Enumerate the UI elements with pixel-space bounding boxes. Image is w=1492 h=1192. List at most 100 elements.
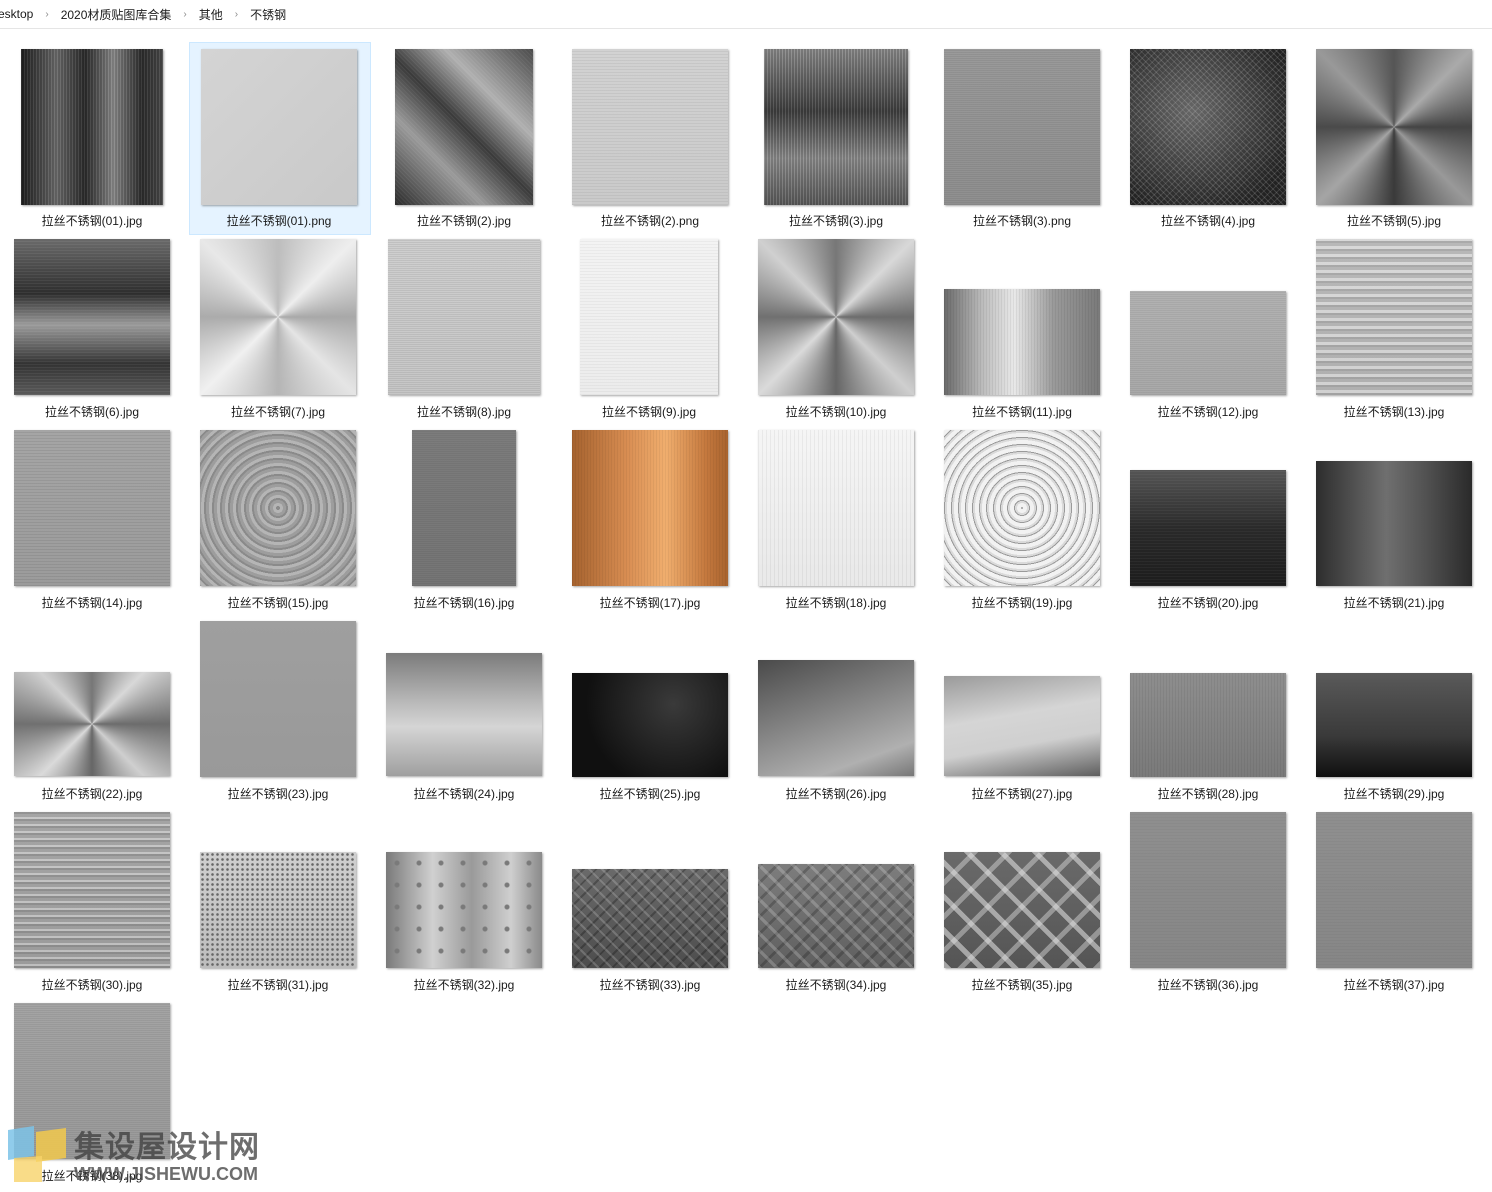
file-name: 拉丝不锈钢(27).jpg <box>971 787 1073 801</box>
file-item[interactable]: 拉丝不锈钢(6).jpg <box>0 234 186 425</box>
file-thumbnail <box>1130 49 1286 205</box>
file-item[interactable]: 拉丝不锈钢(2).jpg <box>372 43 558 234</box>
file-item[interactable]: 拉丝不锈钢(3).jpg <box>744 43 930 234</box>
file-name: 拉丝不锈钢(38).jpg <box>41 1169 143 1183</box>
breadcrumb-stainless[interactable]: 不锈钢 <box>246 6 290 23</box>
file-name: 拉丝不锈钢(31).jpg <box>227 978 329 992</box>
file-name: 拉丝不锈钢(14).jpg <box>41 596 143 610</box>
file-item[interactable]: 拉丝不锈钢(32).jpg <box>372 807 558 998</box>
file-item[interactable]: 拉丝不锈钢(22).jpg <box>0 616 186 807</box>
file-thumbnail <box>1316 812 1472 968</box>
file-item[interactable]: 拉丝不锈钢(31).jpg <box>186 807 372 998</box>
file-item[interactable]: 拉丝不锈钢(5).jpg <box>1302 43 1488 234</box>
file-thumbnail <box>1316 49 1472 205</box>
file-thumbnail <box>388 239 540 395</box>
breadcrumb-desktop[interactable]: esktop <box>0 7 37 21</box>
breadcrumb-other[interactable]: 其他 <box>195 6 227 23</box>
file-name: 拉丝不锈钢(2).jpg <box>416 214 511 228</box>
file-name: 拉丝不锈钢(19).jpg <box>971 596 1073 610</box>
file-grid: 拉丝不锈钢(01).jpg 拉丝不锈钢(01).png 拉丝不锈钢(2).jpg 拉丝… <box>0 28 1492 1192</box>
file-item[interactable]: 拉丝不锈钢(30).jpg <box>0 807 186 998</box>
file-item[interactable]: 拉丝不锈钢(36).jpg <box>1116 807 1302 998</box>
file-thumbnail <box>580 239 718 395</box>
file-item[interactable]: 拉丝不锈钢(29).jpg <box>1302 616 1488 807</box>
file-item[interactable]: 拉丝不锈钢(20).jpg <box>1116 425 1302 616</box>
file-name: 拉丝不锈钢(37).jpg <box>1343 978 1445 992</box>
file-name: 拉丝不锈钢(6).jpg <box>44 405 139 419</box>
file-item[interactable]: 拉丝不锈钢(14).jpg <box>0 425 186 616</box>
file-thumbnail <box>1130 470 1286 586</box>
file-item[interactable]: 拉丝不锈钢(01).png <box>189 42 371 235</box>
file-item[interactable]: 拉丝不锈钢(24).jpg <box>372 616 558 807</box>
file-item[interactable]: 拉丝不锈钢(8).jpg <box>372 234 558 425</box>
file-name: 拉丝不锈钢(2).png <box>600 214 700 228</box>
file-item[interactable]: 拉丝不锈钢(23).jpg <box>186 616 372 807</box>
file-name: 拉丝不锈钢(22).jpg <box>41 787 143 801</box>
file-item[interactable]: 拉丝不锈钢(10).jpg <box>744 234 930 425</box>
file-item[interactable]: 拉丝不锈钢(17).jpg <box>558 425 744 616</box>
file-item[interactable]: 拉丝不锈钢(4).jpg <box>1116 43 1302 234</box>
file-item[interactable]: 拉丝不锈钢(35).jpg <box>930 807 1116 998</box>
file-item[interactable]: 拉丝不锈钢(7).jpg <box>186 234 372 425</box>
file-item[interactable]: 拉丝不锈钢(25).jpg <box>558 616 744 807</box>
file-name: 拉丝不锈钢(11).jpg <box>972 405 1072 419</box>
file-thumbnail <box>944 49 1100 205</box>
file-name: 拉丝不锈钢(36).jpg <box>1157 978 1259 992</box>
file-item[interactable]: 拉丝不锈钢(3).png <box>930 43 1116 234</box>
file-item[interactable]: 拉丝不锈钢(15).jpg <box>186 425 372 616</box>
file-item[interactable]: 拉丝不锈钢(18).jpg <box>744 425 930 616</box>
file-item[interactable]: 拉丝不锈钢(19).jpg <box>930 425 1116 616</box>
file-thumbnail <box>21 49 163 205</box>
file-name: 拉丝不锈钢(17).jpg <box>599 596 701 610</box>
file-name: 拉丝不锈钢(29).jpg <box>1343 787 1445 801</box>
file-name: 拉丝不锈钢(25).jpg <box>599 787 701 801</box>
file-thumbnail <box>201 49 357 205</box>
file-name: 拉丝不锈钢(32).jpg <box>413 978 515 992</box>
file-item[interactable]: 拉丝不锈钢(01).jpg <box>0 43 186 234</box>
file-item[interactable]: 拉丝不锈钢(37).jpg <box>1302 807 1488 998</box>
file-item[interactable]: 拉丝不锈钢(11).jpg <box>930 234 1116 425</box>
file-thumbnail <box>200 239 356 395</box>
file-thumbnail <box>758 864 914 968</box>
file-thumbnail <box>395 49 533 205</box>
file-name: 拉丝不锈钢(5).jpg <box>1346 214 1441 228</box>
file-name: 拉丝不锈钢(7).jpg <box>230 405 325 419</box>
file-thumbnail <box>1130 812 1286 968</box>
file-thumbnail <box>944 289 1100 395</box>
file-item[interactable]: 拉丝不锈钢(16).jpg <box>372 425 558 616</box>
file-item[interactable]: 拉丝不锈钢(27).jpg <box>930 616 1116 807</box>
file-name: 拉丝不锈钢(13).jpg <box>1343 405 1445 419</box>
file-item[interactable]: 拉丝不锈钢(34).jpg <box>744 807 930 998</box>
chevron-right-icon: › <box>183 8 187 20</box>
file-item[interactable]: 拉丝不锈钢(12).jpg <box>1116 234 1302 425</box>
file-thumbnail <box>200 621 356 777</box>
file-name: 拉丝不锈钢(9).jpg <box>601 405 696 419</box>
file-thumbnail <box>944 852 1100 968</box>
file-thumbnail <box>572 49 728 205</box>
file-name: 拉丝不锈钢(30).jpg <box>41 978 143 992</box>
file-item[interactable]: 拉丝不锈钢(26).jpg <box>744 616 930 807</box>
file-item[interactable]: 拉丝不锈钢(38).jpg <box>0 998 186 1189</box>
chevron-right-icon: › <box>45 8 49 20</box>
file-thumbnail <box>572 673 728 777</box>
chevron-right-icon: › <box>234 8 239 20</box>
file-thumbnail <box>944 676 1100 776</box>
file-item[interactable]: 拉丝不锈钢(13).jpg <box>1302 234 1488 425</box>
file-name: 拉丝不锈钢(3).png <box>972 214 1072 228</box>
file-thumbnail <box>944 430 1100 586</box>
file-thumbnail <box>14 1003 170 1159</box>
file-name: 拉丝不锈钢(15).jpg <box>227 596 329 610</box>
file-thumbnail <box>14 430 170 586</box>
file-item[interactable]: 拉丝不锈钢(21).jpg <box>1302 425 1488 616</box>
file-item[interactable]: 拉丝不锈钢(33).jpg <box>558 807 744 998</box>
file-name: 拉丝不锈钢(4).jpg <box>1160 214 1255 228</box>
file-thumbnail <box>758 660 914 776</box>
file-item[interactable]: 拉丝不锈钢(28).jpg <box>1116 616 1302 807</box>
file-thumbnail <box>1316 239 1472 395</box>
file-item[interactable]: 拉丝不锈钢(2).png <box>558 43 744 234</box>
file-thumbnail <box>572 430 728 586</box>
file-name: 拉丝不锈钢(18).jpg <box>785 596 887 610</box>
breadcrumb-collection[interactable]: 2020材质贴图库合集 <box>57 6 176 23</box>
file-item[interactable]: 拉丝不锈钢(9).jpg <box>558 234 744 425</box>
file-name: 拉丝不锈钢(16).jpg <box>413 596 515 610</box>
